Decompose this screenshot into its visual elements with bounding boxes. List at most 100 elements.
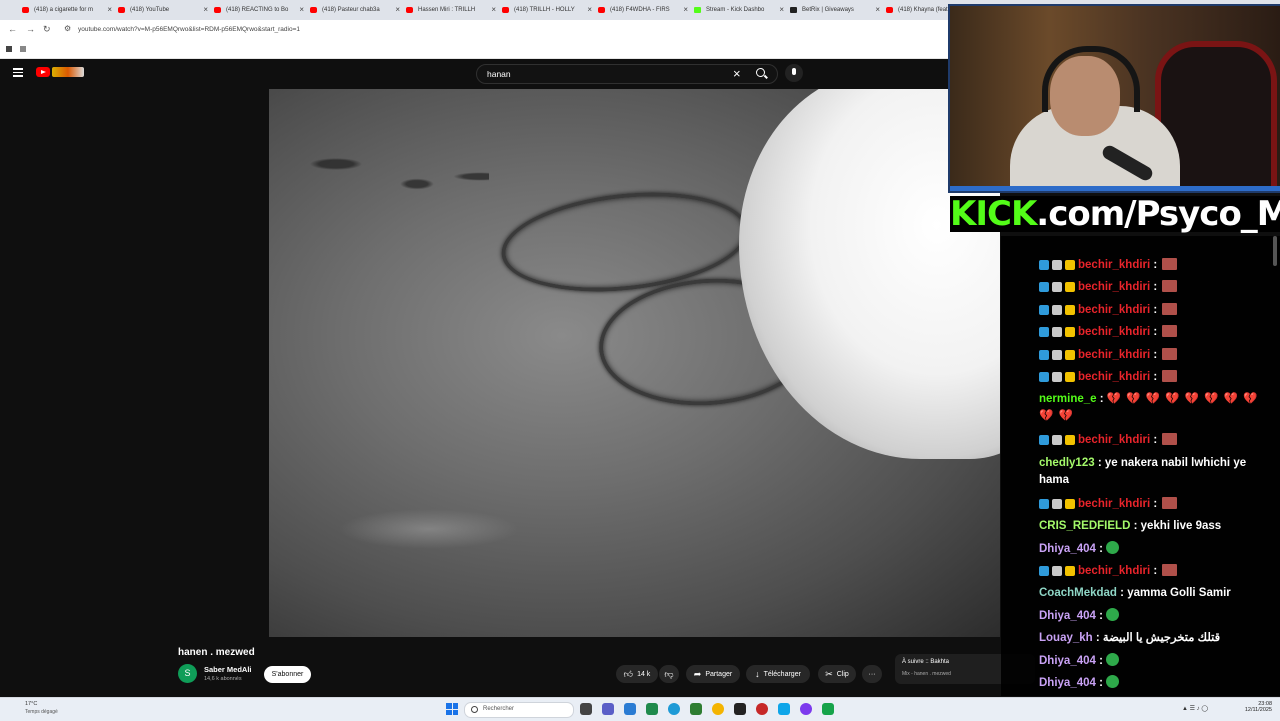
app-icon[interactable] — [778, 703, 790, 715]
chat-scrollbar[interactable] — [1273, 236, 1277, 266]
browser-tab[interactable]: (418) a cigarette for m × — [22, 2, 112, 18]
voice-search-icon[interactable] — [785, 64, 803, 82]
badge-icon — [1065, 304, 1075, 315]
excel-icon[interactable] — [690, 703, 702, 715]
browser-tab[interactable]: Stream - Kick Dashbo × — [694, 2, 784, 18]
chat-message: bechir_khdiri : — [1039, 324, 1275, 343]
download-label: Télécharger — [763, 670, 801, 678]
app-icon[interactable] — [822, 703, 834, 715]
chat-username[interactable]: bechir_khdiri — [1078, 498, 1150, 510]
back-icon[interactable]: ← — [8, 24, 17, 34]
clock-date: 12/11/2025 — [1244, 707, 1272, 713]
chat-separator: : — [1150, 497, 1161, 510]
browser-tab[interactable]: (418) YouTube × — [118, 2, 208, 18]
user-badges — [1039, 349, 1078, 366]
badge-icon — [1052, 372, 1062, 382]
youtube-logo-icon[interactable] — [36, 67, 50, 77]
close-tab-icon[interactable]: × — [203, 5, 208, 14]
bookmark-icon[interactable] — [6, 46, 12, 52]
chat-username[interactable]: Dhiya_404 — [1039, 610, 1096, 622]
chat-username[interactable]: bechir_khdiri — [1078, 326, 1150, 338]
close-tab-icon[interactable]: × — [491, 5, 496, 14]
chat-username[interactable]: nermine_e — [1039, 393, 1097, 405]
app-icon[interactable] — [800, 703, 812, 715]
search-input[interactable]: hanan — [487, 69, 511, 79]
task-view-icon[interactable] — [580, 703, 592, 715]
video-player[interactable] — [269, 89, 1000, 637]
browser-tab[interactable]: (418) Pasteur chab3a × — [310, 2, 400, 18]
chat-message: chedly123 : ye nakera nabil lwhichi ye h… — [1039, 455, 1275, 489]
menu-icon[interactable] — [13, 68, 23, 79]
chat-username[interactable]: chedly123 — [1039, 457, 1095, 469]
taskbar-search[interactable]: Rechercher — [464, 702, 574, 718]
teams-icon[interactable] — [602, 703, 614, 715]
chat-username[interactable]: bechir_khdiri — [1078, 259, 1150, 271]
chat-username[interactable]: bechir_khdiri — [1078, 565, 1150, 577]
url-field[interactable]: youtube.com/watch?v=M-p56EMQrwo&list=RDM… — [78, 26, 300, 33]
share-button[interactable]: ➦ Partager — [686, 665, 740, 683]
search-box[interactable]: hanan × — [476, 64, 778, 84]
store-icon[interactable] — [646, 703, 658, 715]
badge-icon — [1065, 260, 1075, 270]
search-icon — [471, 706, 478, 713]
close-tab-icon[interactable]: × — [395, 5, 400, 14]
channel-name[interactable]: Saber MedAli — [204, 665, 252, 674]
browser-tab[interactable]: BetRix | Giveaways × — [790, 2, 880, 18]
youtube-favicon-icon — [118, 7, 125, 13]
edge-browser-icon[interactable] — [668, 703, 680, 715]
chat-message: bechir_khdiri : — [1039, 279, 1275, 298]
browser-tab-label: BetRix | Giveaways — [802, 7, 854, 13]
taskbar-clock[interactable]: 23:08 12/11/2025 — [1234, 701, 1272, 713]
close-tab-icon[interactable]: × — [587, 5, 592, 14]
browser-tab[interactable]: Hassen Miri : TRILLH × — [406, 2, 496, 18]
badge-icon — [1052, 327, 1062, 338]
chat-username[interactable]: Louay_kh — [1039, 632, 1093, 644]
chat-username[interactable]: CRIS_REDFIELD — [1039, 520, 1130, 532]
chat-username[interactable]: Dhiya_404 — [1039, 655, 1096, 667]
reload-icon[interactable]: ↻ — [43, 24, 51, 35]
chat-emote-icon — [1162, 433, 1178, 446]
search-icon[interactable] — [756, 68, 765, 77]
youtube-doodle-logo[interactable] — [52, 67, 84, 77]
site-info-icon[interactable]: ⚙ — [64, 24, 71, 33]
weather-temperature[interactable]: 17°C — [25, 701, 37, 707]
chat-username[interactable]: Dhiya_404 — [1039, 677, 1096, 689]
weather-condition[interactable]: Temps dégagé — [25, 709, 58, 715]
chat-separator: : — [1150, 303, 1161, 316]
chat-username[interactable]: bechir_khdiri — [1078, 281, 1150, 293]
close-tab-icon[interactable]: × — [779, 5, 784, 14]
forward-icon[interactable]: → — [26, 24, 35, 34]
channel-avatar[interactable]: S — [178, 664, 197, 683]
close-tab-icon[interactable]: × — [107, 5, 112, 14]
close-tab-icon[interactable]: × — [875, 5, 880, 14]
chat-username[interactable]: bechir_khdiri — [1078, 349, 1150, 361]
app-icon[interactable] — [756, 703, 768, 715]
system-tray-icons[interactable]: ▲ ☰ ♪ ◯ — [1182, 705, 1208, 712]
obs-icon[interactable] — [734, 703, 746, 715]
clip-button[interactable]: ✂ Clip — [818, 665, 856, 683]
chat-username[interactable]: bechir_khdiri — [1078, 371, 1150, 383]
like-button[interactable]: 👍︎ 14 k — [616, 665, 658, 683]
chat-emote-icon — [1162, 258, 1178, 270]
close-tab-icon[interactable]: × — [299, 5, 304, 14]
subscribe-button[interactable]: S'abonner — [264, 666, 311, 683]
start-menu-icon[interactable] — [446, 703, 458, 715]
chat-username[interactable]: CoachMekdad — [1039, 587, 1117, 599]
apps-grid-icon[interactable] — [20, 46, 26, 52]
browser-tab[interactable]: (418) TRILLH - HOLLY × — [502, 2, 592, 18]
browser-tab[interactable]: (418) F4WDHA - FIRS × — [598, 2, 688, 18]
clear-search-icon[interactable]: × — [733, 66, 741, 81]
betrix-favicon-icon — [790, 7, 797, 13]
mail-icon[interactable] — [624, 703, 636, 715]
youtube-favicon-icon — [406, 7, 413, 13]
chat-username[interactable]: bechir_khdiri — [1078, 304, 1150, 316]
more-actions-button[interactable]: ··· — [862, 665, 882, 683]
browser-tab[interactable]: (418) REACTING to Bo × — [214, 2, 304, 18]
chrome-browser-icon[interactable] — [712, 703, 724, 715]
download-button[interactable]: ↓ Télécharger — [746, 665, 810, 683]
chat-username[interactable]: bechir_khdiri — [1078, 434, 1150, 446]
chat-username[interactable]: Dhiya_404 — [1039, 543, 1096, 555]
user-badges — [1039, 371, 1078, 388]
dislike-button[interactable]: 👎︎ — [659, 665, 679, 683]
close-tab-icon[interactable]: × — [683, 5, 688, 14]
